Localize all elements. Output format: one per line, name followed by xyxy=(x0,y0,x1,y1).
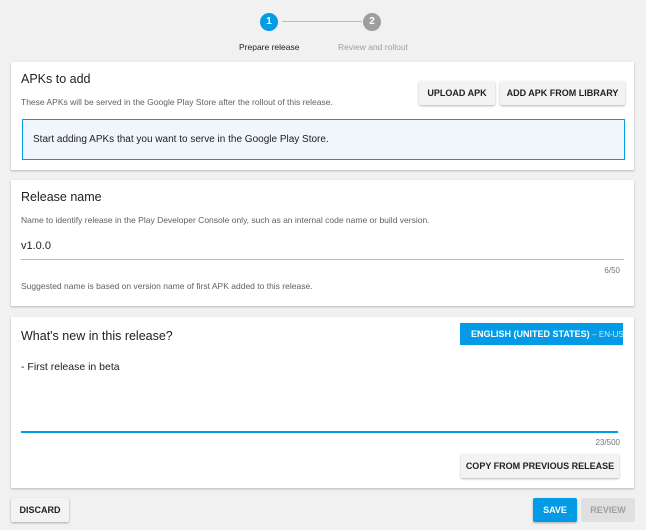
whats-new-title: What's new in this release? xyxy=(21,329,173,343)
add-apk-from-library-button[interactable]: ADD APK FROM LIBRARY xyxy=(500,81,625,105)
step-1-indicator: 1 xyxy=(260,13,278,31)
review-button[interactable]: REVIEW xyxy=(581,498,635,522)
apks-empty-message: Start adding APKs that you want to serve… xyxy=(22,119,625,160)
apks-card: APKs to add These APKs will be served in… xyxy=(11,62,634,170)
stepper-connector xyxy=(282,21,362,22)
release-name-input[interactable]: v1.0.0 xyxy=(21,236,624,260)
language-label: ENGLISH (UNITED STATES) xyxy=(471,329,590,339)
save-button[interactable]: SAVE xyxy=(533,498,577,522)
copy-from-previous-release-button[interactable]: COPY FROM PREVIOUS RELEASE xyxy=(461,454,619,478)
language-code: – EN-US xyxy=(592,330,624,339)
release-name-description: Name to identify release in the Play Dev… xyxy=(21,215,430,225)
release-name-hint: Suggested name is based on version name … xyxy=(21,281,313,291)
apks-title: APKs to add xyxy=(21,72,91,86)
release-name-counter: 6/50 xyxy=(604,266,620,275)
discard-button[interactable]: DISCARD xyxy=(11,498,69,522)
step-1-label: Prepare release xyxy=(239,42,300,52)
upload-apk-button[interactable]: UPLOAD APK xyxy=(419,81,495,105)
release-name-title: Release name xyxy=(21,190,102,204)
release-name-card: Release name Name to identify release in… xyxy=(11,180,634,306)
whats-new-textarea[interactable]: - First release in beta xyxy=(21,361,618,433)
step-2-label: Review and rollout xyxy=(338,42,408,52)
whats-new-card: What's new in this release? ENGLISH (UNI… xyxy=(11,317,634,488)
apks-description: These APKs will be served in the Google … xyxy=(21,97,333,107)
whats-new-counter: 23/500 xyxy=(595,438,620,447)
language-button[interactable]: ENGLISH (UNITED STATES) – EN-US xyxy=(460,323,624,345)
step-2-indicator: 2 xyxy=(363,13,381,31)
